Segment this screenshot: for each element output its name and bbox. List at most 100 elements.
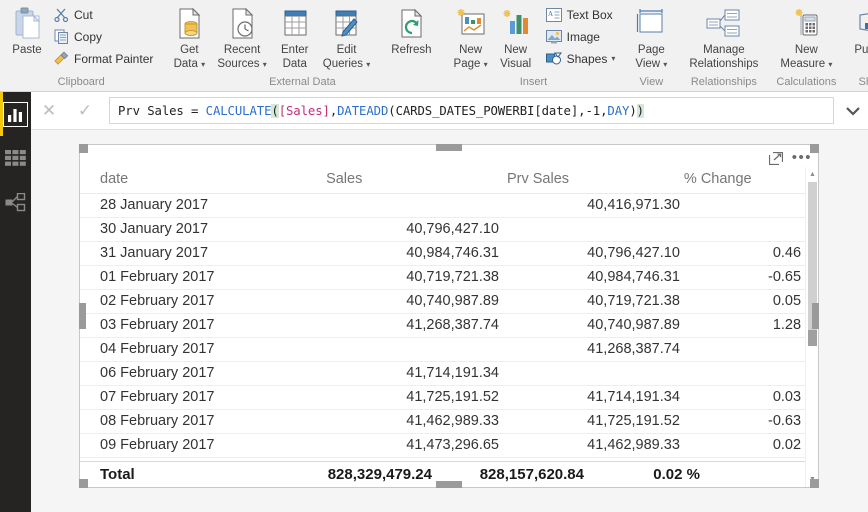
- formula-cancel-button[interactable]: ✕: [31, 92, 67, 129]
- scroll-up-arrow-icon[interactable]: ▲: [806, 168, 819, 181]
- formula-bar-expand-chevron-down-icon[interactable]: [838, 92, 868, 129]
- total-label: Total: [100, 466, 135, 483]
- formula-bar: ✕ ✓ Prv Sales = CALCULATE([Sales],DATEAD…: [31, 92, 868, 130]
- edit-queries-label-1: Edit: [336, 44, 357, 56]
- cell-date: 31 January 2017: [80, 241, 319, 266]
- report-canvas[interactable]: ••• date Sales Prv Sales % Change 28 Jan…: [31, 130, 868, 512]
- cell-pct-change: 0.02 %: [679, 433, 818, 458]
- table-row[interactable]: 31 January 2017 40,984,746.31 40,796,427.1…: [80, 241, 818, 266]
- resize-handle-top[interactable]: [436, 144, 462, 151]
- page-view-label-1: Page: [637, 44, 665, 56]
- text-box-icon: A: [546, 6, 563, 23]
- cell-date: 02 February 2017: [80, 289, 319, 314]
- enter-data-button[interactable]: Enter Data: [273, 3, 317, 70]
- ribbon-group-insert: New Page ▾ New Visual A Text Box Image S…: [443, 0, 625, 91]
- format-painter-icon: [53, 50, 70, 67]
- page-view-button[interactable]: Page View ▾: [629, 3, 673, 70]
- ribbon-group-label-view: View: [639, 76, 664, 88]
- view-switcher-sidebar: [0, 92, 31, 512]
- resize-handle-top-right[interactable]: [810, 144, 819, 153]
- resize-handle-top-left[interactable]: [79, 144, 88, 153]
- table-row[interactable]: 28 January 2017 40,416,971.30: [80, 193, 818, 218]
- table-row[interactable]: 01 February 2017 40,719,721.38 40,984,746.…: [80, 265, 818, 290]
- cell-date: 07 February 2017: [80, 385, 319, 410]
- table-row[interactable]: 02 February 2017 40,740,987.89 40,719,721.…: [80, 289, 818, 314]
- cell-pct-change: [679, 361, 818, 386]
- table-row[interactable]: 03 February 2017 41,268,387.74 40,740,987.…: [80, 313, 818, 338]
- column-header-prv-sales[interactable]: Prv Sales: [498, 167, 680, 194]
- table-row[interactable]: 04 February 2017 41,268,387.74: [80, 337, 818, 362]
- cell-prv-sales: [498, 361, 680, 386]
- sidebar-item-model-view[interactable]: [0, 180, 31, 224]
- cut-button[interactable]: Cut: [49, 4, 157, 25]
- cell-prv-sales: 41,714,191.34: [498, 385, 680, 410]
- formula-accept-button[interactable]: ✓: [67, 92, 103, 129]
- sidebar-item-report-view[interactable]: [0, 92, 31, 136]
- new-measure-button[interactable]: New Measure ▾: [774, 3, 838, 70]
- table-row[interactable]: 10 February 201741,396,292.8641,473,296.…: [80, 457, 818, 461]
- text-box-button[interactable]: A Text Box: [542, 4, 620, 25]
- sidebar-item-data-view[interactable]: [0, 136, 31, 180]
- table-row[interactable]: 30 January 2017 40,796,427.10: [80, 217, 818, 242]
- resize-handle-bottom-left[interactable]: [79, 479, 88, 488]
- copy-icon: [53, 28, 70, 45]
- new-page-button[interactable]: New Page ▾: [448, 3, 494, 70]
- new-visual-icon: [501, 5, 531, 43]
- publish-button[interactable]: Publish: [848, 3, 868, 57]
- format-painter-button[interactable]: Format Painter: [49, 48, 157, 69]
- edit-queries-button[interactable]: Edit Queries ▾: [317, 3, 377, 70]
- formula-prefix: Prv Sales =: [118, 103, 206, 118]
- recent-sources-button[interactable]: Recent Sources ▾: [211, 3, 272, 70]
- ribbon-group-label-insert: Insert: [519, 76, 548, 88]
- get-data-button[interactable]: Get Data ▾: [167, 3, 211, 70]
- cell-prv-sales: 40,796,427.10: [498, 241, 680, 266]
- refresh-button[interactable]: Refresh: [385, 3, 437, 57]
- new-visual-button[interactable]: New Visual: [494, 3, 538, 70]
- image-button[interactable]: Image: [542, 26, 620, 47]
- enter-data-icon: [280, 5, 310, 43]
- get-data-label-2: Data: [173, 57, 198, 70]
- table-row[interactable]: 08 February 2017 41,462,989.33 41,725,191.…: [80, 409, 818, 434]
- formula-measure-ref: [Sales]: [278, 103, 330, 118]
- table-visual[interactable]: ••• date Sales Prv Sales % Change 28 Jan…: [79, 144, 819, 488]
- cell-sales: 41,714,191.34: [318, 361, 499, 386]
- copy-button-label: Copy: [74, 29, 103, 44]
- table-row[interactable]: 06 February 2017 41,714,191.34: [80, 361, 818, 386]
- focus-mode-icon[interactable]: [768, 151, 783, 165]
- cell-prv-sales: 40,719,721.38: [498, 289, 680, 314]
- shapes-button[interactable]: Shapes ▾: [542, 48, 620, 69]
- manage-relationships-label-2: Relationships: [689, 57, 759, 70]
- copy-button[interactable]: Copy: [49, 26, 157, 47]
- resize-handle-left[interactable]: [79, 303, 86, 329]
- resize-handle-bottom[interactable]: [436, 481, 462, 488]
- cell-prv-sales: 41,462,989.33: [498, 433, 680, 458]
- resize-handle-right[interactable]: [812, 303, 819, 329]
- resize-handle-bottom-right[interactable]: [810, 479, 819, 488]
- scrollbar-thumb-grip[interactable]: [808, 330, 817, 346]
- refresh-label: Refresh: [391, 44, 432, 56]
- table-content: date Sales Prv Sales % Change 28 January…: [80, 167, 818, 487]
- ribbon: Paste Cut Copy Format Painter Clipboard …: [0, 0, 868, 92]
- paste-button[interactable]: Paste: [5, 3, 49, 57]
- more-options-ellipsis-icon[interactable]: •••: [792, 150, 812, 165]
- enter-data-label-2: Data: [282, 57, 307, 70]
- column-header-date[interactable]: date: [80, 167, 319, 194]
- new-measure-label-2: Measure: [780, 57, 826, 70]
- formula-input[interactable]: Prv Sales = CALCULATE([Sales],DATEADD(CA…: [109, 97, 834, 124]
- table-row[interactable]: 09 February 2017 41,473,296.65 41,462,989.…: [80, 433, 818, 458]
- cell-sales: [318, 337, 499, 362]
- ribbon-group-external-data: Get Data ▾ Recent Sources ▾ Enter Data E…: [162, 0, 442, 91]
- formula-offset-value: -1: [585, 103, 601, 118]
- manage-relationships-button[interactable]: Manage Relationships: [683, 3, 764, 70]
- cell-date: 08 February 2017: [80, 409, 319, 434]
- cell-prv-sales: [498, 217, 680, 242]
- cell-sales: 40,740,987.89: [318, 289, 499, 314]
- column-header-pct-change[interactable]: % Change: [679, 167, 818, 194]
- cell-pct-change: 0.46 %: [679, 241, 818, 266]
- column-header-sales[interactable]: Sales: [318, 167, 499, 194]
- scissors-icon: [53, 6, 70, 23]
- chevron-down-icon: ▾: [663, 59, 668, 69]
- get-data-label-1: Get: [180, 44, 199, 56]
- table-row[interactable]: 07 February 2017 41,725,191.52 41,714,191.…: [80, 385, 818, 410]
- new-measure-label-1: New: [794, 44, 818, 56]
